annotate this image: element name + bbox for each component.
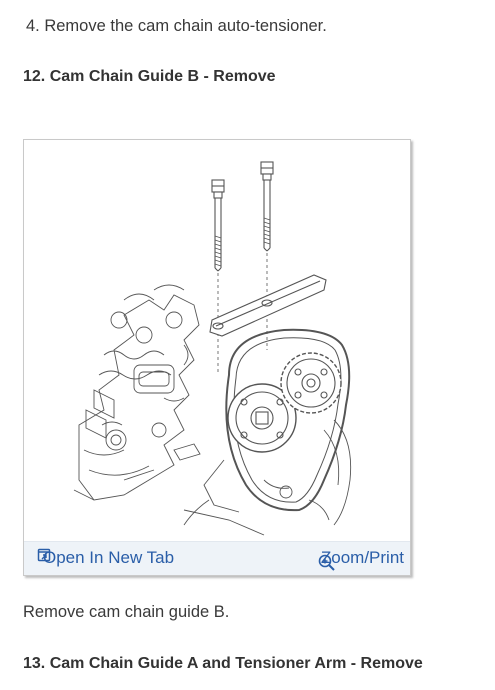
cylinder-head: [73, 284, 201, 501]
open-in-new-tab-link[interactable]: Open In New Tab: [37, 548, 174, 568]
section-heading-13: 13. Cam Chain Guide A and Tensioner Arm …: [23, 655, 423, 672]
chain-guide-b: [209, 274, 327, 337]
open-in-new-tab-label: Open In New Tab: [43, 548, 175, 567]
bolt-right: [260, 161, 274, 252]
bolt-left: [211, 179, 225, 272]
diagram-figure: Open In New Tab Zoom/Print: [23, 139, 411, 576]
cam-chain-illustration: [73, 161, 352, 536]
sprocket-right: [280, 352, 342, 414]
step-text: 4. Remove the cam chain auto-tensioner.: [26, 17, 327, 35]
zoom-print-link[interactable]: Zoom/Print: [318, 548, 404, 571]
figure-toolbar: Open In New Tab Zoom/Print: [24, 541, 410, 575]
instruction-text: Remove cam chain guide B.: [23, 603, 230, 621]
section-heading-12: 12. Cam Chain Guide B - Remove: [23, 68, 276, 85]
